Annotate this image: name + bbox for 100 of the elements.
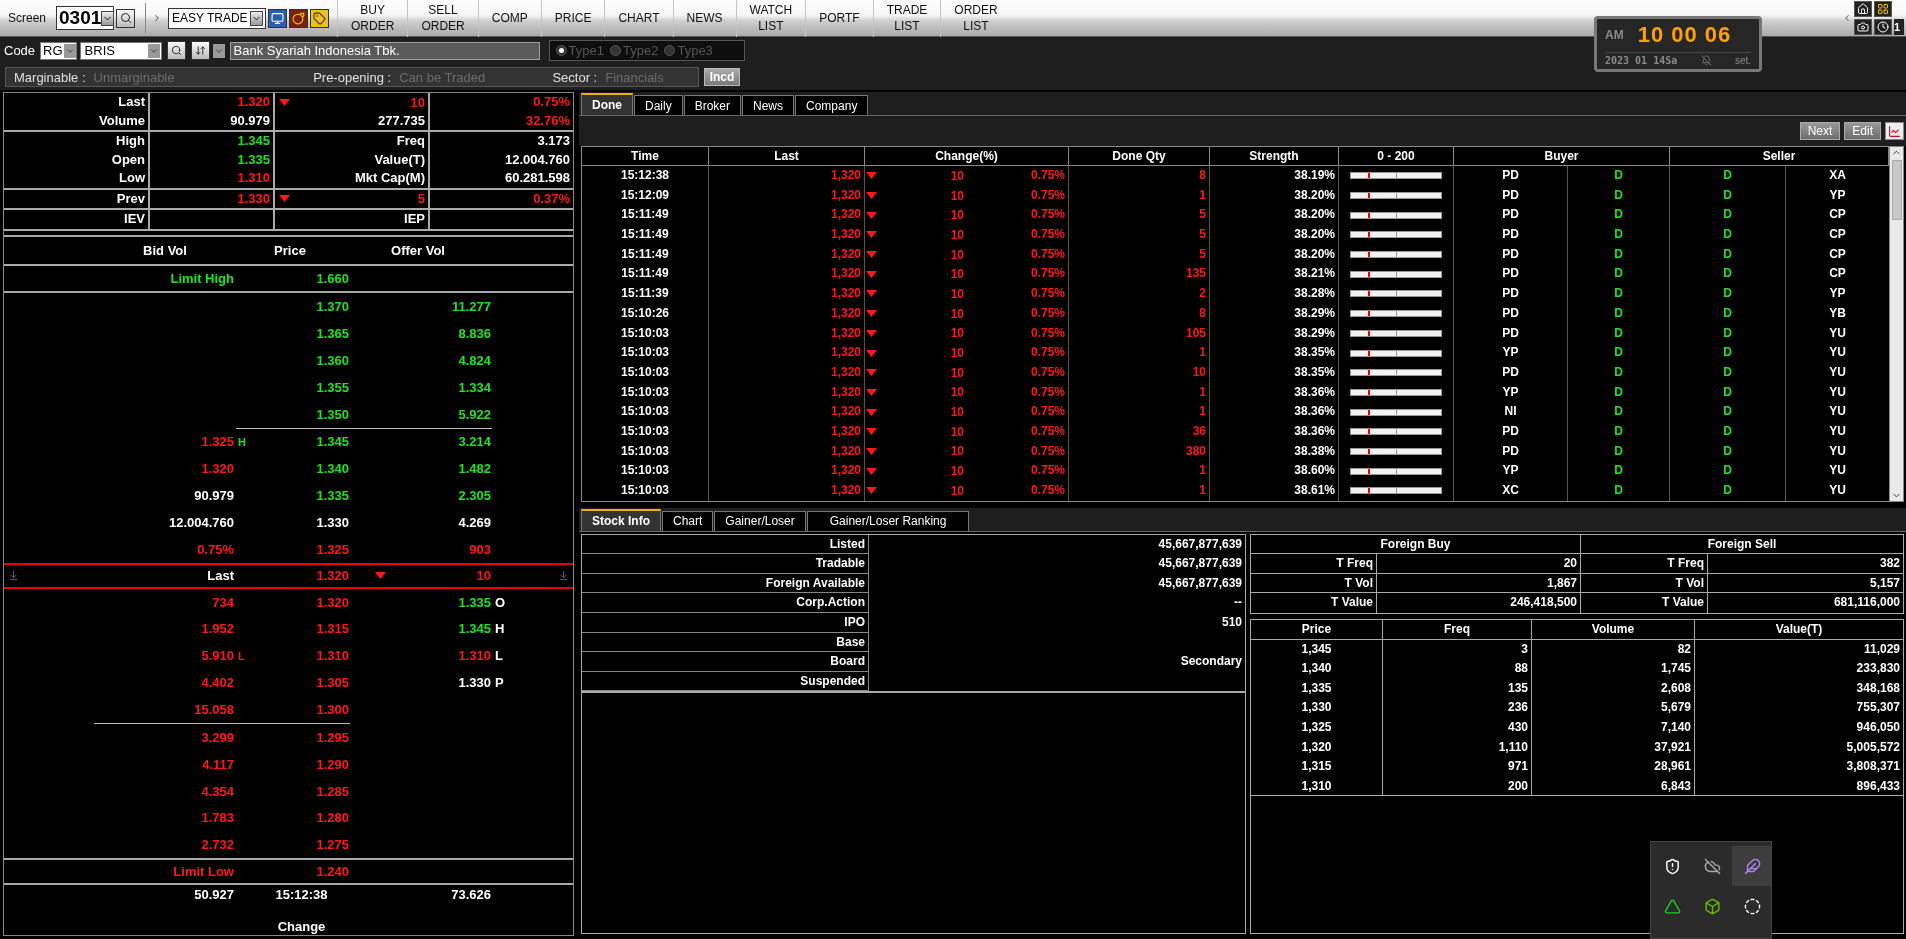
column-header: Volume: [1532, 620, 1695, 640]
table-cell: 1,320: [709, 244, 865, 265]
board-select[interactable]: RG: [40, 41, 77, 60]
limit-high-label: Limit High: [170, 271, 234, 287]
side-value: 12.004.760: [168, 515, 234, 530]
toolbar-button[interactable]: Edit: [1844, 122, 1881, 140]
dropdown-button[interactable]: [212, 43, 225, 58]
feather-icon[interactable]: [1732, 846, 1771, 886]
clock-set-link[interactable]: set.: [1734, 55, 1751, 66]
quote-value: 90.979: [230, 112, 270, 128]
bid-volume: 5.910: [201, 648, 234, 664]
menu-button[interactable]: SELL ORDER: [407, 0, 478, 37]
field-value: Can be Traded: [399, 69, 486, 85]
table-cell: 105: [1069, 323, 1210, 344]
menu-button[interactable]: BUY ORDER: [337, 0, 408, 37]
clock-button[interactable]: [1874, 19, 1892, 35]
table-cell: 38.36%: [1210, 421, 1339, 442]
tag-button[interactable]: [310, 8, 330, 28]
download-icon[interactable]: [8, 570, 19, 582]
field-label: Pre-opening :: [313, 69, 392, 85]
table-cell: PD: [1454, 166, 1568, 186]
table-cell: 0.75%: [967, 185, 1069, 206]
search-button[interactable]: [116, 8, 136, 28]
table-cell-text: YP: [1828, 285, 1847, 303]
table-cell: 0.75%: [967, 244, 1069, 265]
table-cell: 3: [1383, 639, 1532, 660]
row-label: High: [4, 132, 150, 151]
tab[interactable]: Stock Info: [581, 508, 661, 531]
bid-price: 1.315: [316, 621, 349, 637]
offer-volume: 11.277: [451, 299, 491, 315]
change-value: 10: [950, 346, 964, 361]
change-value: 10: [950, 227, 964, 242]
tab[interactable]: Gainer/Loser: [714, 510, 806, 531]
table-cell: 1,320: [709, 323, 865, 344]
tab[interactable]: Broker: [683, 95, 741, 115]
table-cell: D: [1568, 382, 1670, 403]
table-cell: 10: [1069, 362, 1210, 383]
tab[interactable]: News: [742, 95, 795, 115]
row-label: IEV: [4, 210, 150, 229]
table-cell: 1: [1069, 185, 1210, 206]
monitor-button[interactable]: [268, 8, 288, 28]
search-button[interactable]: [166, 41, 186, 60]
scrollbar[interactable]: [1889, 147, 1903, 501]
table-cell: D: [1670, 382, 1786, 403]
column-header: Price: [273, 242, 307, 258]
grid-button[interactable]: [1874, 1, 1892, 17]
tab[interactable]: Done: [581, 93, 633, 115]
table-cell: PD: [1454, 362, 1568, 383]
bid-price: 1.275: [316, 837, 349, 853]
row-label: Board: [582, 652, 869, 672]
tab[interactable]: Daily: [634, 95, 683, 115]
menu-button[interactable]: PRICE: [540, 0, 605, 37]
tab[interactable]: Company: [795, 95, 869, 115]
table-cell-text: YU: [1828, 482, 1847, 499]
table-cell: 0.75%: [967, 461, 1069, 481]
table-cell: D: [1670, 205, 1786, 226]
row-label: Low: [4, 169, 150, 188]
table-cell: D: [1568, 185, 1670, 206]
table-cell: PD: [1454, 441, 1568, 462]
download-icon[interactable]: [558, 570, 569, 582]
chart-button[interactable]: [1885, 122, 1904, 140]
change-value: 10: [950, 365, 964, 380]
toolbar-button[interactable]: Next: [1799, 122, 1841, 140]
workspace-select[interactable]: EASY TRADE: [168, 7, 267, 29]
table-cell: 15:10:03: [582, 323, 709, 344]
table-cell: 1,320: [1251, 737, 1383, 758]
scroll-thumb[interactable]: [1891, 160, 1902, 220]
table-cell-text: YU: [1828, 403, 1847, 421]
menu-button[interactable]: CHART: [604, 0, 673, 37]
menu-button[interactable]: COMP: [477, 0, 541, 37]
table-cell: 1,320: [709, 382, 865, 403]
tab[interactable]: Gainer/Loser Ranking: [806, 510, 970, 531]
table-cell: 1,320: [709, 284, 865, 304]
stock-code-field[interactable]: BRIS: [79, 41, 162, 60]
home-button[interactable]: [1854, 1, 1872, 17]
bid-price: 1.285: [316, 783, 349, 799]
table-cell: 38.20%: [1210, 225, 1339, 245]
quote-value: 10: [410, 94, 425, 110]
table-cell-text: 45,667,877,639: [1157, 555, 1243, 573]
table-cell: 1: [1069, 481, 1210, 501]
table-cell: 0.75%: [967, 481, 1069, 501]
change-value: 10: [950, 385, 964, 400]
menu-button[interactable]: PORTF: [805, 0, 873, 37]
table-cell: D: [1568, 166, 1670, 186]
bomb-button[interactable]: [289, 8, 309, 28]
clock-date: 2023 01 14Sa: [1605, 55, 1678, 66]
table-cell-text: YB: [1828, 304, 1847, 322]
table-cell: 0.75%: [967, 343, 1069, 363]
change-value: 10: [950, 267, 964, 282]
menu-button[interactable]: ORDER LIST: [940, 0, 1011, 37]
window-number[interactable]: 1: [1894, 19, 1904, 35]
camera-button[interactable]: [1854, 19, 1872, 35]
offer-volume: 4.269: [458, 515, 491, 530]
sort-button[interactable]: [190, 41, 210, 60]
menu-button[interactable]: TRADE LIST: [872, 0, 941, 37]
table-cell: 1,745: [1532, 659, 1695, 679]
menu-button[interactable]: WATCH LIST: [735, 0, 806, 37]
menu-button[interactable]: NEWS: [672, 0, 736, 37]
screen-code-field[interactable]: 0301: [56, 6, 115, 30]
tab[interactable]: Chart: [662, 510, 714, 531]
